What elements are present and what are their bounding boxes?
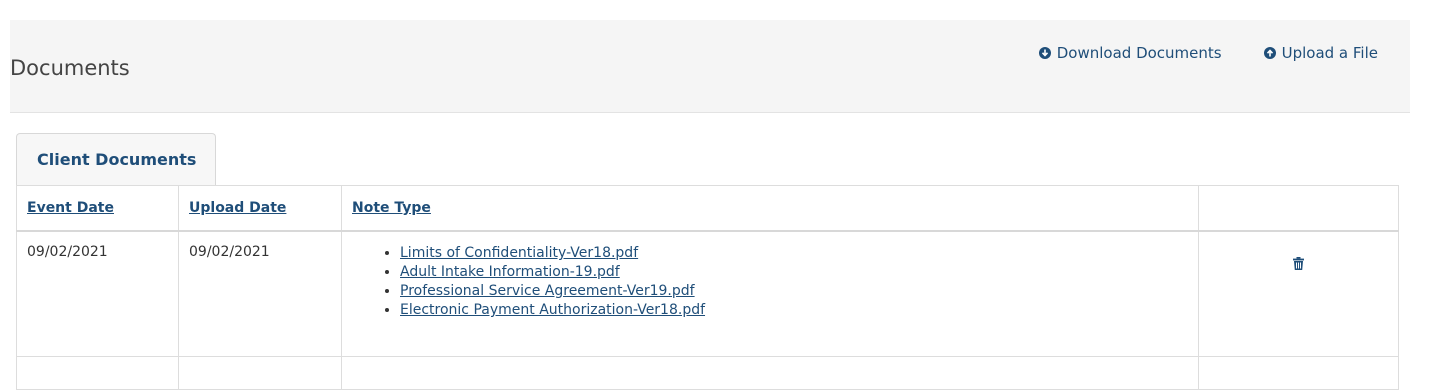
list-item: Professional Service Agreement-Ver19.pdf	[400, 282, 1188, 301]
download-documents-button[interactable]: Download Documents	[1038, 44, 1222, 62]
table-row: 09/02/2021 09/02/2021 Limits of Confiden…	[16, 230, 1399, 357]
column-header-upload-date: Upload Date	[178, 185, 342, 232]
sort-note-type-link[interactable]: Note Type	[352, 200, 431, 216]
table-row	[16, 356, 1399, 390]
header-actions: Download Documents Upload a File	[1038, 44, 1378, 62]
circle-arrow-up-icon	[1263, 47, 1276, 59]
actions-cell	[1198, 230, 1399, 357]
table-cell	[16, 356, 179, 390]
note-type-cell: Limits of Confidentiality-Ver18.pdf Adul…	[341, 230, 1199, 357]
documents-panel-header: Documents Download Documents Upload a Fi…	[10, 20, 1410, 113]
list-item: Adult Intake Information-19.pdf	[400, 263, 1188, 282]
circle-arrow-down-icon	[1038, 47, 1051, 59]
tab-client-documents[interactable]: Client Documents	[16, 133, 216, 185]
event-date-cell: 09/02/2021	[16, 230, 179, 357]
upload-date-cell: 09/02/2021	[178, 230, 342, 357]
column-header-note-type: Note Type	[341, 185, 1199, 232]
document-list: Limits of Confidentiality-Ver18.pdf Adul…	[352, 244, 1188, 320]
page-title: Documents	[10, 56, 130, 80]
sort-upload-date-link[interactable]: Upload Date	[189, 200, 286, 216]
table-header-row: Event Date Upload Date Note Type	[16, 185, 1399, 232]
documents-table-wrapper: Event Date Upload Date Note Type 09/02/2…	[16, 185, 1399, 390]
document-link[interactable]: Adult Intake Information-19.pdf	[400, 264, 620, 280]
sort-event-date-link[interactable]: Event Date	[27, 200, 114, 216]
list-item: Limits of Confidentiality-Ver18.pdf	[400, 244, 1188, 263]
download-documents-label: Download Documents	[1056, 44, 1222, 62]
column-header-event-date: Event Date	[16, 185, 179, 232]
document-link[interactable]: Professional Service Agreement-Ver19.pdf	[400, 283, 695, 299]
column-header-actions	[1198, 185, 1399, 232]
document-link[interactable]: Electronic Payment Authorization-Ver18.p…	[400, 302, 705, 318]
trash-icon[interactable]	[1293, 257, 1304, 270]
table-cell	[178, 356, 342, 390]
upload-file-button[interactable]: Upload a File	[1263, 44, 1378, 62]
upload-file-label: Upload a File	[1281, 44, 1378, 62]
table-cell	[1198, 356, 1399, 390]
table-cell	[341, 356, 1199, 390]
documents-table: Event Date Upload Date Note Type 09/02/2…	[16, 185, 1399, 390]
list-item: Electronic Payment Authorization-Ver18.p…	[400, 301, 1188, 320]
document-link[interactable]: Limits of Confidentiality-Ver18.pdf	[400, 245, 638, 261]
